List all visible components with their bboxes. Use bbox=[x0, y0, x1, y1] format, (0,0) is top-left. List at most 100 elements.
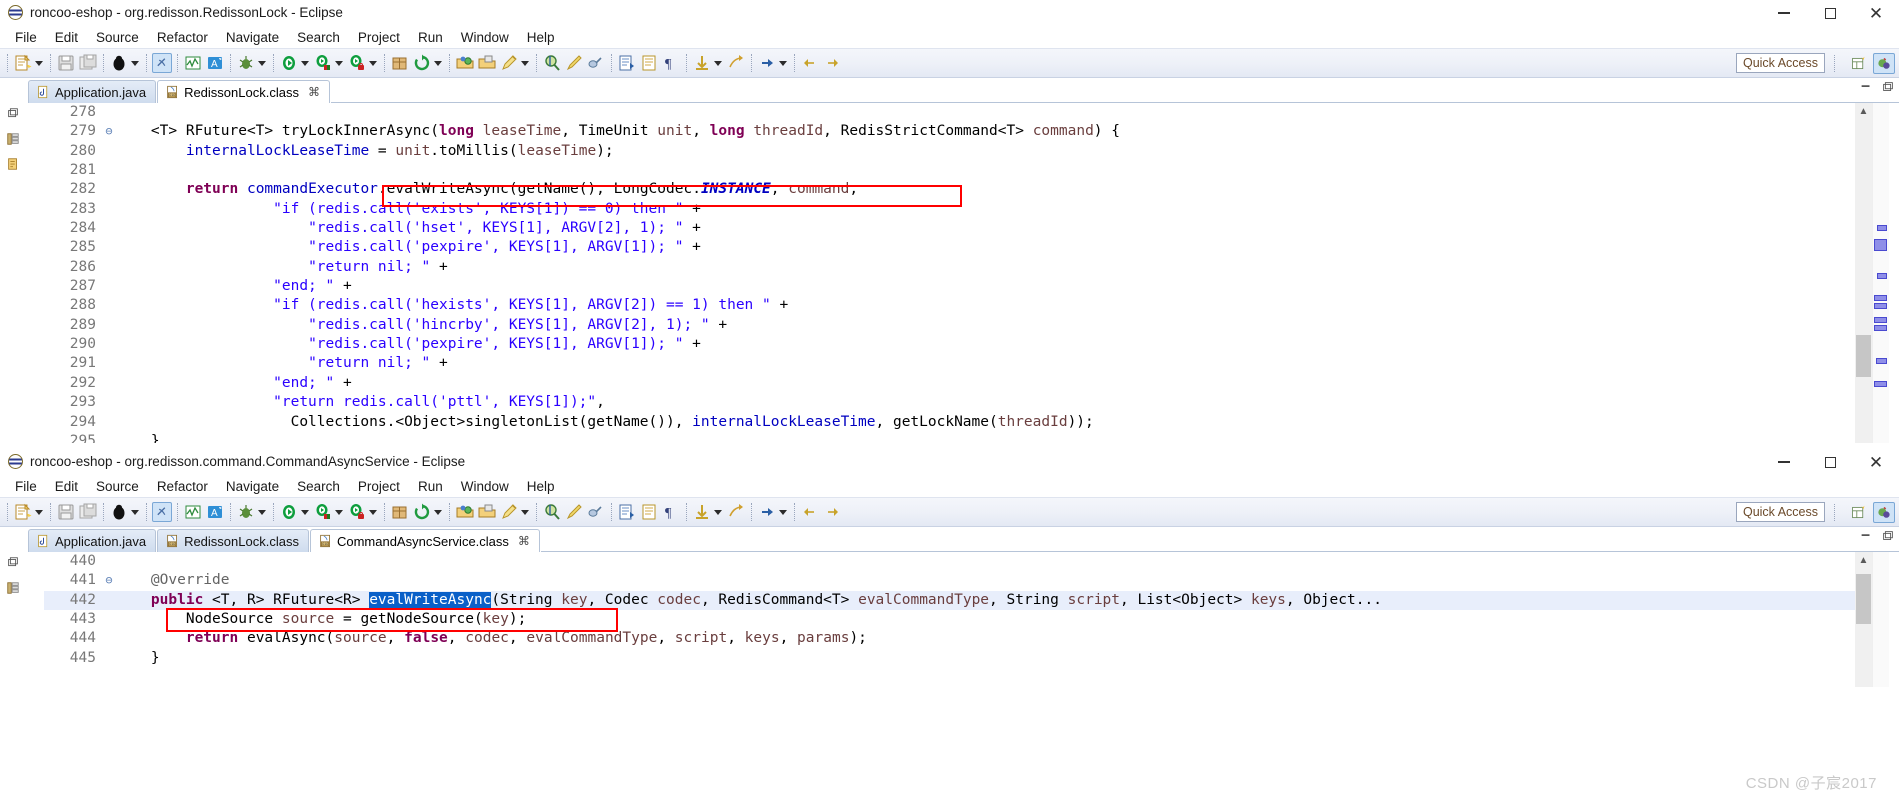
search-button[interactable] bbox=[541, 51, 563, 75]
java-perspective-icon[interactable] bbox=[1873, 53, 1895, 74]
coverage-button[interactable] bbox=[346, 51, 368, 75]
maximize-button[interactable] bbox=[1807, 449, 1853, 475]
minimize-editor-icon[interactable] bbox=[1859, 80, 1873, 99]
tab-application-java[interactable]: Application.java bbox=[28, 529, 157, 552]
forward-button[interactable] bbox=[725, 500, 747, 524]
nav-forward-dropdown-arrow[interactable] bbox=[779, 60, 787, 66]
menu-search[interactable]: Search bbox=[288, 478, 349, 495]
menu-window[interactable]: Window bbox=[452, 478, 518, 495]
coverage-dropdown-arrow[interactable] bbox=[369, 509, 377, 515]
pin-editor-button[interactable] bbox=[498, 51, 520, 75]
menu-refactor[interactable]: Refactor bbox=[148, 478, 217, 495]
package-explorer-icon[interactable] bbox=[6, 581, 22, 597]
debug-dropdown-arrow[interactable] bbox=[131, 509, 139, 515]
back-button[interactable] bbox=[691, 51, 713, 75]
menu-project[interactable]: Project bbox=[349, 29, 409, 46]
code-line[interactable]: 444 return evalAsync(source, false, code… bbox=[44, 629, 1855, 648]
refresh-dropdown-arrow[interactable] bbox=[434, 509, 442, 515]
code-line[interactable]: 288 "if (redis.call('hexists', KEYS[1], … bbox=[44, 296, 1855, 315]
menu-source[interactable]: Source bbox=[87, 29, 148, 46]
code-line[interactable]: 280 internalLockLeaseTime = unit.toMilli… bbox=[44, 142, 1855, 161]
open-type-button[interactable] bbox=[454, 51, 476, 75]
vertical-scrollbar-top[interactable]: ▲ bbox=[1855, 103, 1872, 443]
code-line[interactable]: 279 ⊖ <T> RFuture<T> tryLockInnerAsync(lo… bbox=[44, 122, 1855, 141]
skip-breakpoints-button[interactable] bbox=[151, 51, 173, 75]
scroll-up-arrow[interactable]: ▲ bbox=[1855, 103, 1872, 120]
menu-edit[interactable]: Edit bbox=[46, 478, 87, 495]
code-line[interactable]: 292 "end; " + bbox=[44, 374, 1855, 393]
open-type-button[interactable] bbox=[454, 500, 476, 524]
menu-window[interactable]: Window bbox=[452, 29, 518, 46]
back-dropdown-arrow[interactable] bbox=[714, 509, 722, 515]
code-line[interactable]: 293 "return redis.call('pttl', KEYS[1]);… bbox=[44, 393, 1855, 412]
previous-annotation-button[interactable] bbox=[638, 51, 660, 75]
refresh-button[interactable] bbox=[411, 51, 433, 75]
tab-commandasyncservice-class[interactable]: 010 CommandAsyncService.class ⌘ bbox=[309, 529, 540, 552]
minimize-editor-icon[interactable] bbox=[1859, 529, 1873, 548]
pin-editor-button[interactable] bbox=[498, 500, 520, 524]
run-config-dropdown-arrow[interactable] bbox=[335, 60, 343, 66]
menu-source[interactable]: Source bbox=[87, 478, 148, 495]
next-annotation-button[interactable] bbox=[616, 51, 638, 75]
maximize-button[interactable] bbox=[1807, 0, 1853, 26]
code-line[interactable]: 445 } bbox=[44, 649, 1855, 668]
code-line[interactable]: 294 Collections.<Object>singletonList(ge… bbox=[44, 413, 1855, 432]
new-java-class-button[interactable]: A bbox=[204, 500, 226, 524]
code-line[interactable]: 282 return commandExecutor.evalWriteAsyn… bbox=[44, 180, 1855, 199]
code-line[interactable]: 290 "redis.call('pexpire', KEYS[1], ARGV… bbox=[44, 335, 1855, 354]
nav-next-arrow-button[interactable] bbox=[821, 500, 843, 524]
code-area-bottom[interactable]: 440 441 ⊖ @Override 442 public <T, R> RFutu… bbox=[44, 552, 1855, 687]
menu-file[interactable]: File bbox=[6, 29, 46, 46]
close-icon[interactable]: ⌘ bbox=[308, 85, 320, 99]
toggle-mark-occurrences-button[interactable] bbox=[182, 500, 204, 524]
code-line[interactable]: 287 "end; " + bbox=[44, 277, 1855, 296]
restore-icon[interactable] bbox=[6, 556, 22, 572]
run-button[interactable] bbox=[278, 51, 300, 75]
open-task-button[interactable] bbox=[476, 51, 498, 75]
vertical-ruler-bottom[interactable] bbox=[28, 552, 44, 687]
code-line[interactable]: 443 NodeSource source = getNodeSource(ke… bbox=[44, 610, 1855, 629]
menu-run[interactable]: Run bbox=[409, 29, 452, 46]
maximize-editor-icon[interactable] bbox=[1881, 529, 1895, 548]
debug-dropdown-arrow-2[interactable] bbox=[258, 509, 266, 515]
code-line[interactable]: 281 bbox=[44, 161, 1855, 180]
menu-project[interactable]: Project bbox=[349, 478, 409, 495]
overview-ruler-bottom[interactable] bbox=[1872, 552, 1889, 687]
scroll-up-arrow[interactable]: ▲ bbox=[1855, 552, 1872, 569]
minimize-button[interactable] bbox=[1761, 0, 1807, 26]
run-configurations-button[interactable] bbox=[312, 500, 334, 524]
minimize-button[interactable] bbox=[1761, 449, 1807, 475]
code-line[interactable]: 295 } bbox=[44, 432, 1855, 443]
code-line[interactable]: 442 public <T, R> RFuture<R> evalWriteAs… bbox=[44, 590, 1855, 611]
pin-dropdown-arrow[interactable] bbox=[521, 60, 529, 66]
back-dropdown-arrow[interactable] bbox=[714, 60, 722, 66]
save-all-button[interactable] bbox=[77, 51, 99, 75]
menu-run[interactable]: Run bbox=[409, 478, 452, 495]
nav-back-arrow-button[interactable] bbox=[799, 51, 821, 75]
back-button[interactable] bbox=[691, 500, 713, 524]
run-dropdown-arrow[interactable] bbox=[301, 60, 309, 66]
tab-redissonlock-class[interactable]: 010 RedissonLock.class ⌘ bbox=[157, 80, 330, 103]
new-wizard-button[interactable] bbox=[12, 51, 34, 75]
outline-icon[interactable] bbox=[6, 157, 22, 173]
refresh-button[interactable] bbox=[411, 500, 433, 524]
nav-back-arrow-button[interactable] bbox=[799, 500, 821, 524]
debug-button[interactable] bbox=[235, 51, 257, 75]
close-button[interactable]: ✕ bbox=[1853, 0, 1899, 26]
tab-application-java[interactable]: Application.java bbox=[28, 80, 157, 103]
coverage-dropdown-arrow[interactable] bbox=[369, 60, 377, 66]
search-button[interactable] bbox=[541, 500, 563, 524]
menu-help[interactable]: Help bbox=[518, 29, 564, 46]
menu-search[interactable]: Search bbox=[288, 29, 349, 46]
nav-next-arrow-button[interactable] bbox=[821, 51, 843, 75]
annotate-button[interactable] bbox=[563, 500, 585, 524]
previous-annotation-button[interactable] bbox=[638, 500, 660, 524]
debug-button[interactable] bbox=[235, 500, 257, 524]
menu-file[interactable]: File bbox=[6, 478, 46, 495]
link-button[interactable] bbox=[585, 500, 607, 524]
annotate-button[interactable] bbox=[563, 51, 585, 75]
open-perspective-icon[interactable] bbox=[1847, 502, 1869, 523]
skip-breakpoints-button[interactable] bbox=[151, 500, 173, 524]
vertical-ruler-top[interactable] bbox=[28, 103, 44, 443]
menu-navigate[interactable]: Navigate bbox=[217, 478, 288, 495]
